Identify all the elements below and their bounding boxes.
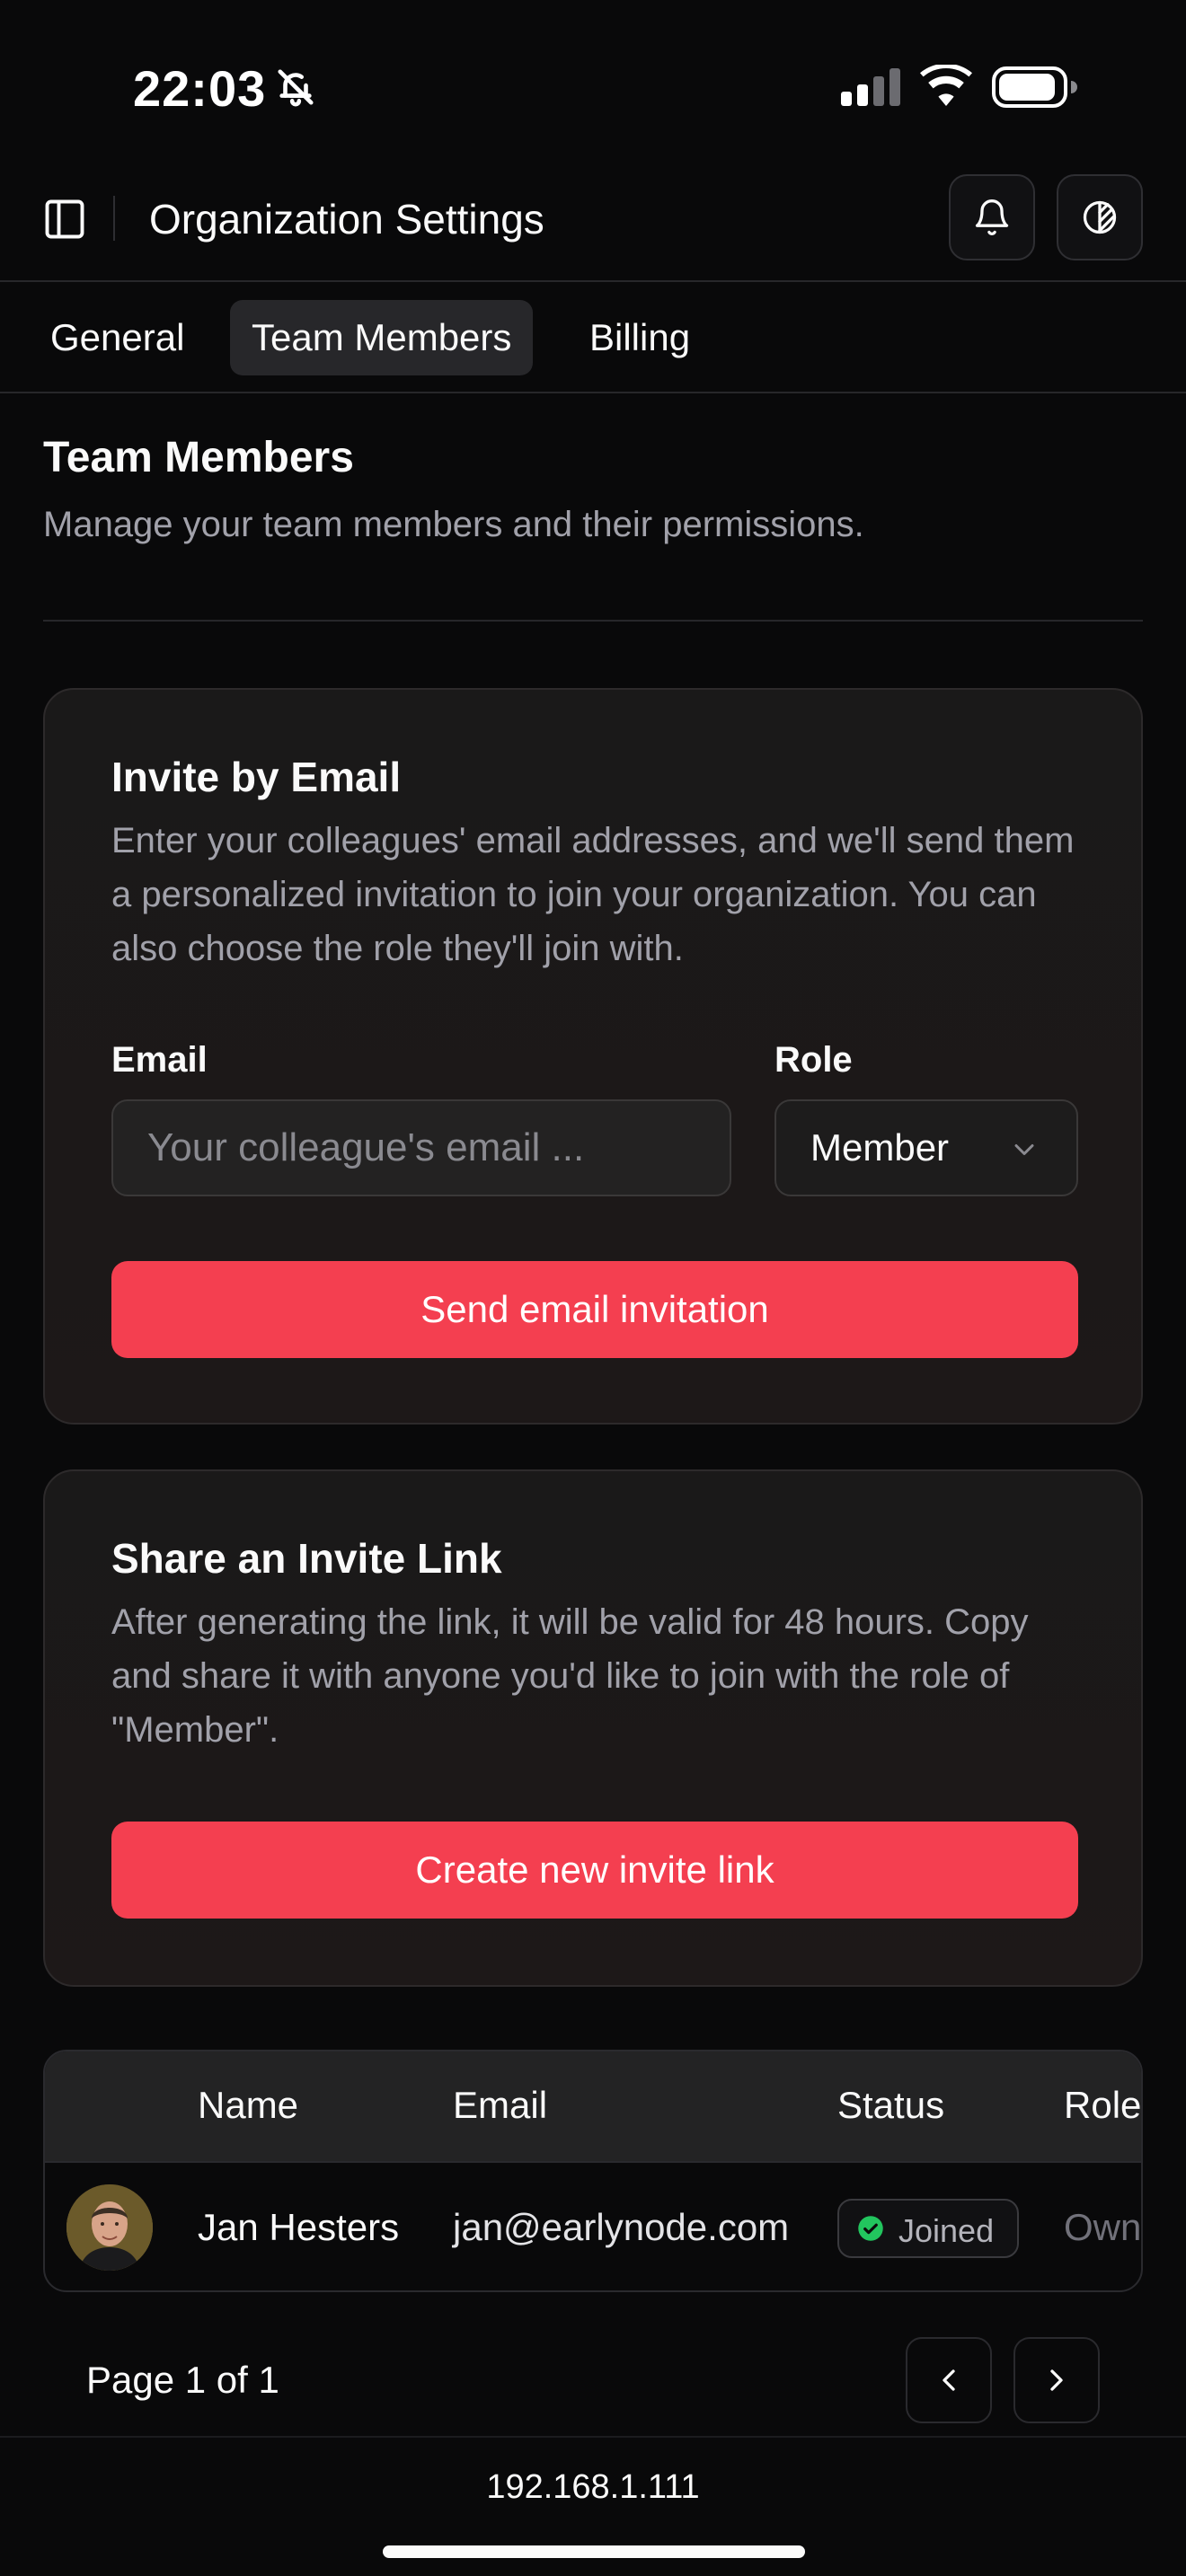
email-label: Email — [111, 1040, 208, 1080]
invite-email-description: Enter your colleagues' email addresses, … — [111, 821, 1075, 968]
check-circle-icon — [858, 2216, 883, 2241]
invite-by-email-card: Invite by Email Enter your colleagues' e… — [43, 688, 1143, 1425]
section-description: Manage your team members and their permi… — [43, 505, 864, 544]
member-role: Own — [1064, 2206, 1142, 2248]
status-time: 22:03 — [133, 60, 267, 117]
browser-address-bar: 192.168.1.111 — [0, 2436, 1186, 2576]
browser-url[interactable]: 192.168.1.111 — [0, 2468, 1186, 2507]
section-divider — [43, 620, 1143, 622]
tab-team-members[interactable]: Team Members — [230, 300, 534, 375]
role-select[interactable]: Member — [774, 1099, 1078, 1196]
next-page-button[interactable] — [1013, 2337, 1100, 2423]
settings-tabs: General Team Members Billing — [0, 284, 1186, 393]
tab-billing[interactable]: Billing — [568, 300, 712, 375]
tab-general[interactable]: General — [29, 300, 206, 375]
sidebar-toggle-icon[interactable] — [41, 196, 88, 243]
section-title: Team Members — [43, 434, 354, 481]
theme-toggle-icon — [1083, 200, 1117, 234]
previous-page-button[interactable] — [906, 2337, 992, 2423]
chevron-left-icon — [943, 2369, 955, 2391]
column-header-email[interactable]: Email — [453, 2084, 547, 2127]
chevron-right-icon — [1050, 2369, 1063, 2391]
role-select-value: Member — [810, 1126, 950, 1169]
invite-link-card: Share an Invite Link After generating th… — [43, 1469, 1143, 1987]
member-name: Jan Hesters — [198, 2206, 400, 2248]
create-invite-link-button[interactable]: Create new invite link — [111, 1822, 1078, 1919]
column-header-role[interactable]: Role — [1064, 2084, 1141, 2127]
invite-link-title: Share an Invite Link — [111, 1535, 502, 1582]
table-row[interactable]: Jan Hesters jan@earlynode.com Joined Own — [45, 2165, 1142, 2290]
bell-slash-icon — [278, 69, 314, 107]
status-badge-label: Joined — [898, 2212, 995, 2249]
invite-email-title: Invite by Email — [111, 754, 402, 800]
chevron-down-icon — [1014, 1144, 1034, 1155]
bell-icon — [975, 199, 1009, 235]
battery-icon — [992, 66, 1077, 108]
column-header-status[interactable]: Status — [837, 2084, 944, 2127]
member-photo — [66, 2184, 153, 2271]
status-bar: 22:03 — [0, 0, 1186, 171]
wifi-icon — [920, 65, 972, 106]
home-indicator[interactable] — [383, 2545, 805, 2558]
header-divider — [113, 196, 115, 241]
avatar — [66, 2184, 153, 2271]
app-screen: 22:03 Organization Settings General Team… — [0, 0, 1186, 2576]
email-input[interactable] — [111, 1099, 731, 1196]
table-header: Name Email Status Role — [45, 2051, 1141, 2163]
pagination-label: Page 1 of 1 — [86, 2359, 279, 2401]
app-header: Organization Settings — [0, 171, 1186, 282]
status-badge: Joined — [837, 2199, 1019, 2258]
theme-toggle-button[interactable] — [1057, 174, 1143, 260]
send-email-invitation-button[interactable]: Send email invitation — [111, 1261, 1078, 1358]
invite-link-description: After generating the link, it will be va… — [111, 1602, 1029, 1750]
page-title: Organization Settings — [149, 196, 544, 243]
notifications-button[interactable] — [949, 174, 1035, 260]
cellular-signal-icon — [841, 68, 900, 106]
column-header-name[interactable]: Name — [198, 2084, 298, 2127]
role-label: Role — [774, 1040, 853, 1080]
members-table: Name Email Status Role Jan Hesters jan@e… — [43, 2050, 1143, 2292]
member-email: jan@earlynode.com — [453, 2206, 790, 2248]
